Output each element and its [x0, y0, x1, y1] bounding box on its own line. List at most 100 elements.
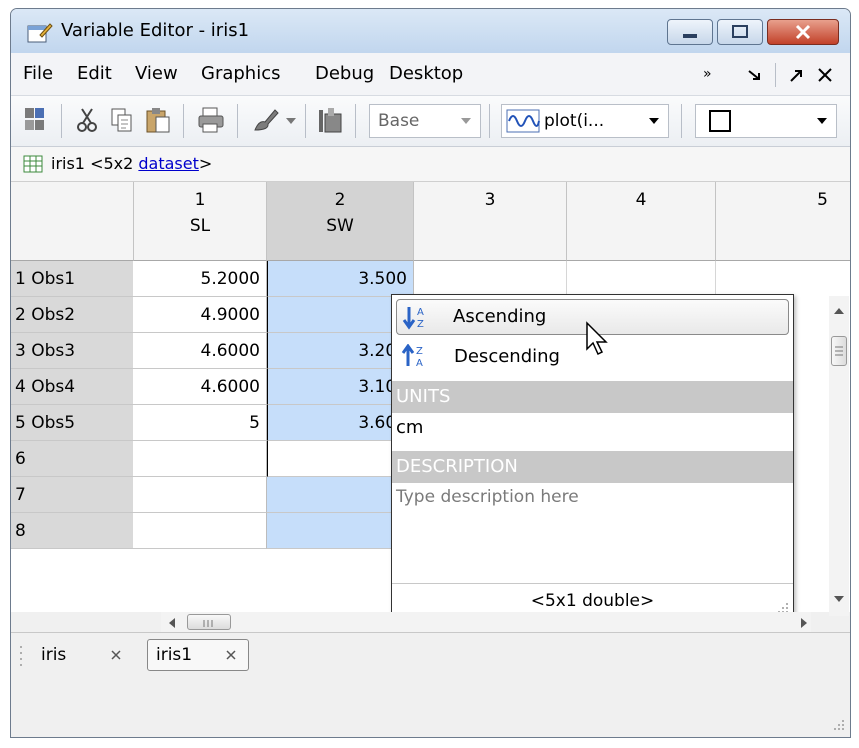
sort-ascending-label: Ascending	[453, 306, 547, 327]
brush-icon[interactable]	[251, 106, 281, 134]
description-section-header: DESCRIPTION	[392, 451, 793, 483]
dock-icon[interactable]	[745, 65, 765, 85]
menu-view[interactable]: View	[135, 63, 178, 84]
column-index: 1	[194, 190, 206, 210]
menu-bar: File Edit View Graphics Debug Desktop »	[11, 53, 850, 96]
toolbar: Base plot(i...	[11, 96, 850, 147]
print-icon[interactable]	[197, 106, 225, 134]
tab-iris[interactable]: iris	[33, 639, 143, 671]
column-index: 2	[334, 190, 346, 210]
vertical-scroll-thumb[interactable]	[831, 336, 847, 366]
cell-sl[interactable]: 5.2000	[133, 261, 267, 297]
corner-header	[11, 182, 134, 261]
cell-sl[interactable]: 4.6000	[133, 369, 267, 405]
units-section-header: UNITS	[392, 381, 793, 413]
toolbar-separator	[61, 104, 62, 138]
cut-icon[interactable]	[75, 106, 99, 134]
close-tab-icon[interactable]	[226, 650, 236, 660]
dataset-link[interactable]: dataset	[138, 154, 199, 173]
plot-selector-combo[interactable]: plot(i...	[501, 104, 669, 138]
column-index: 5	[817, 190, 828, 210]
row-header[interactable]: 7	[11, 477, 133, 513]
scroll-left-icon[interactable]	[167, 617, 177, 629]
paste-icon[interactable]	[145, 106, 171, 134]
variable-editor-icon	[27, 23, 53, 43]
description-input[interactable]: Type description here	[396, 487, 579, 507]
menu-overflow[interactable]: »	[703, 66, 712, 82]
row-header[interactable]: 5 Obs5	[11, 405, 133, 441]
column-name: SW	[326, 216, 354, 236]
tab-label: iris1	[156, 645, 193, 665]
window-resize-grip-icon[interactable]	[831, 717, 845, 731]
toolbar-separator	[681, 104, 682, 138]
scroll-up-icon[interactable]	[833, 306, 845, 316]
tab-label: iris	[41, 645, 67, 665]
column-header-2[interactable]: 2 SW	[267, 182, 414, 261]
menu-file[interactable]: File	[23, 63, 53, 84]
horizontal-scrollbar[interactable]	[161, 612, 811, 632]
menu-graphics[interactable]: Graphics	[201, 63, 281, 84]
variable-info-text: iris1 <5x2 dataset>	[51, 154, 212, 173]
brush-dropdown-icon[interactable]	[285, 116, 297, 126]
minimize-icon	[683, 34, 697, 38]
svg-text:Z: Z	[416, 346, 423, 357]
row-header[interactable]: 8	[11, 513, 133, 549]
horizontal-scroll-thumb[interactable]	[187, 614, 231, 630]
workspace-variable-icon[interactable]	[317, 106, 343, 134]
cell-sl[interactable]	[133, 513, 267, 549]
new-from-selection-icon[interactable]	[23, 106, 47, 134]
cell-sl[interactable]: 5	[133, 405, 267, 441]
scroll-right-icon[interactable]	[799, 617, 809, 629]
variable-info-suffix: >	[198, 154, 213, 173]
base-combo[interactable]: Base	[369, 104, 481, 138]
scroll-down-icon[interactable]	[833, 594, 845, 604]
column-index: 4	[635, 190, 647, 210]
cell-sl[interactable]	[133, 441, 267, 477]
sort-ascending-icon: A Z	[402, 307, 424, 330]
svg-text:A: A	[416, 358, 423, 369]
toolbar-separator	[355, 104, 356, 138]
units-input[interactable]: cm	[396, 417, 423, 438]
maximize-button[interactable]	[717, 19, 763, 45]
row-header[interactable]: 4 Obs4	[11, 369, 133, 405]
tab-grip-icon	[20, 646, 22, 666]
window-title: Variable Editor - iris1	[61, 20, 250, 41]
plot-wave-icon	[506, 109, 540, 133]
cell-sl[interactable]: 4.6000	[133, 333, 267, 369]
row-header[interactable]: 1 Obs1	[11, 261, 133, 297]
variable-info-bar: iris1 <5x2 dataset>	[11, 147, 850, 182]
row-header[interactable]: 6	[11, 441, 133, 477]
variable-editor-window: Variable Editor - iris1 File Edit View G…	[10, 8, 851, 738]
close-tab-icon[interactable]	[111, 650, 121, 660]
minimize-button[interactable]	[667, 19, 713, 45]
menu-edit[interactable]: Edit	[77, 63, 112, 84]
menu-debug[interactable]: Debug	[315, 63, 374, 84]
row-header[interactable]: 2 Obs2	[11, 297, 133, 333]
cell-sl[interactable]	[133, 477, 267, 513]
cell-sw[interactable]: 3.500	[267, 261, 414, 297]
svg-text:Z: Z	[417, 319, 424, 330]
status-bar	[11, 677, 850, 737]
document-tabs-bar: iris iris1	[11, 632, 850, 678]
vertical-scrollbar[interactable]	[829, 296, 849, 616]
close-window-button[interactable]	[767, 19, 839, 45]
title-bar: Variable Editor - iris1	[11, 9, 850, 53]
close-editor-icon[interactable]	[815, 65, 835, 85]
menu-desktop[interactable]: Desktop	[389, 63, 463, 84]
row-header[interactable]: 3 Obs3	[11, 333, 133, 369]
copy-icon[interactable]	[109, 106, 135, 134]
column-header-4[interactable]: 4	[567, 182, 716, 261]
column-header-1[interactable]: 1 SL	[134, 182, 267, 261]
cell-sl[interactable]: 4.9000	[133, 297, 267, 333]
column-header-3[interactable]: 3	[414, 182, 567, 261]
svg-text:A: A	[417, 307, 424, 318]
square-layout-icon	[709, 110, 731, 132]
tab-iris1[interactable]: iris1	[147, 639, 249, 671]
sort-descending-icon: Z A	[401, 344, 423, 369]
sort-descending-label: Descending	[454, 346, 560, 367]
mouse-cursor-icon	[586, 321, 608, 356]
column-header-5[interactable]: 5	[716, 182, 850, 261]
layout-combo[interactable]	[695, 104, 837, 138]
undock-icon[interactable]	[787, 65, 807, 85]
grip-lines-icon	[203, 620, 213, 627]
